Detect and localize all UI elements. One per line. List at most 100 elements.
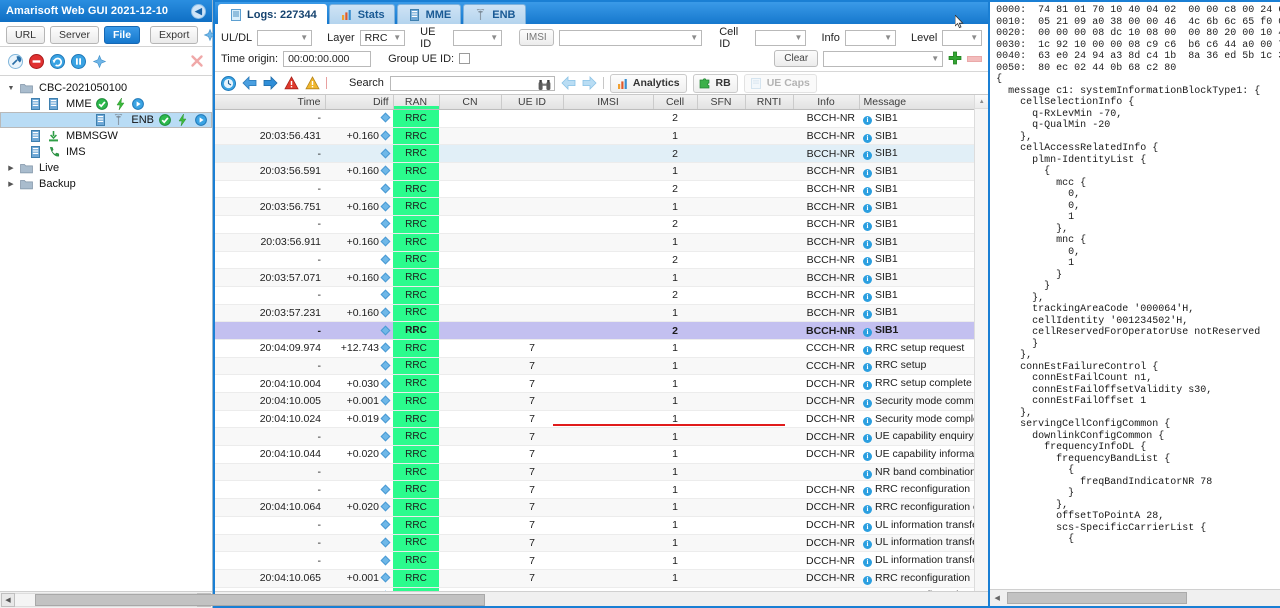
scrollbar-thumb[interactable] — [1007, 592, 1188, 604]
layer-select[interactable]: RRC ▼ — [359, 29, 406, 46]
arrow-left-light-icon[interactable] — [561, 76, 576, 91]
server-button[interactable]: Server — [50, 26, 99, 44]
cellid-select[interactable]: ▼ — [755, 29, 807, 46]
ue-caps-button[interactable]: UE Caps — [743, 73, 817, 93]
imsi-button[interactable]: IMSI — [519, 29, 554, 46]
arrow-right-icon[interactable] — [263, 76, 278, 91]
uldl-select[interactable]: ▼ — [257, 29, 313, 46]
table-row[interactable]: - RRC 2 BCCH-NR i SIB1 — [215, 251, 988, 270]
col-imsi[interactable]: IMSI — [563, 95, 654, 110]
tab-mme[interactable]: MME — [396, 4, 462, 24]
table-vertical-scrollbar[interactable]: ▲ — [974, 95, 989, 591]
url-button[interactable]: URL — [6, 26, 46, 44]
search-input[interactable] — [389, 75, 555, 93]
plus-green-icon[interactable] — [948, 51, 962, 67]
tree-item-cbc[interactable]: ▼ CBC-2021050100 — [0, 80, 212, 96]
arrow-right-light-icon[interactable] — [582, 76, 597, 91]
table-row[interactable]: - RRC 2 BCCH-NR i SIB1 — [215, 215, 988, 234]
chevron-left-icon[interactable]: ◀ — [191, 3, 206, 19]
col-cell[interactable]: Cell — [653, 95, 698, 110]
table-row[interactable]: 20:04:10.084+0.019RRC 7 1 DCCH-NRiRRC recon… — [215, 587, 988, 591]
scrollbar-track[interactable] — [1003, 592, 1280, 604]
export-button[interactable]: Export — [150, 26, 199, 44]
col-sfn[interactable]: SFN — [697, 95, 746, 110]
col-time[interactable]: Time — [215, 95, 326, 110]
table-row[interactable]: - RRC 2 BCCH-NR i SIB1 — [215, 286, 988, 305]
table-row[interactable]: 20:03:56.751 +0.160 RRC 1 BCCH-NR i SIB1 — [215, 197, 988, 217]
table-row[interactable]: 20:03:56.431 +0.160 RRC 1 BCCH-NR i SIB1 — [215, 127, 988, 146]
preset-select[interactable]: ▼ — [823, 50, 944, 67]
warning-triangle-icon[interactable] — [305, 76, 320, 91]
tab-stats[interactable]: Stats — [328, 4, 395, 24]
plug-icon[interactable] — [92, 54, 107, 69]
info-select[interactable]: ▼ — [844, 29, 896, 46]
tree-item-live[interactable]: ▶ Live — [0, 160, 212, 176]
refresh-icon[interactable] — [50, 53, 65, 69]
time-origin-input[interactable]: 00:00:00.000 — [283, 50, 372, 67]
clear-button[interactable]: Clear — [774, 50, 819, 67]
chevron-right-icon[interactable]: ▶ — [6, 180, 16, 188]
table-row[interactable]: 20:04:09.974 +12.743 RRC 7 1 CCCH-NR i RRC setu… — [215, 339, 988, 358]
table-row[interactable]: - RRC 7 1 DCCH-NR i DL information transfer — [215, 551, 988, 570]
table-row[interactable]: - RRC 7 1 CCCH-NR i RRC setup — [215, 357, 988, 376]
col-diff[interactable]: Diff — [325, 95, 394, 110]
col-rnti[interactable]: RNTI — [745, 95, 794, 110]
imsi-select[interactable]: ▼ — [558, 29, 703, 46]
minus-red-icon[interactable] — [967, 55, 983, 62]
table-row[interactable]: 20:04:10.044 +0.020 RRC 7 1 DCCH-NR i UE capabi… — [215, 445, 988, 464]
play-icon[interactable] — [193, 113, 208, 128]
chevron-right-icon[interactable]: ▶ — [6, 164, 16, 172]
tree-item-enb[interactable]: ENB — [0, 112, 212, 128]
tab-enb[interactable]: ENB — [463, 4, 526, 24]
detail-horizontal-scrollbar[interactable]: ◀ ▶ — [990, 589, 1280, 606]
binoculars-icon[interactable] — [537, 78, 552, 93]
table-row[interactable]: - RRC 7 1 DCCH-NR i UE capability enquiry — [215, 427, 988, 447]
table-row[interactable]: 20:04:10.064 +0.020 RRC 7 1 DCCH-NR i RRC recon… — [215, 498, 988, 517]
scroll-left-arrow[interactable]: ◀ — [1, 593, 15, 607]
rb-button[interactable]: RB — [692, 73, 738, 93]
clock-icon[interactable] — [221, 75, 236, 91]
table-row[interactable]: - RRC 7 1 DCCH-NR i UL information transfer — [215, 534, 988, 553]
table-row[interactable]: - RRC 7 1 DCCH-NR i RRC reconfiguration — [215, 480, 988, 500]
tree-item-mme[interactable]: MME — [0, 96, 212, 112]
table-row[interactable]: 20:04:10.065 +0.001 RRC 7 1 DCCH-NR i RRC recon… — [215, 569, 988, 588]
table-row[interactable]: - RRC 2 BCCH-NR i SIB1 — [215, 109, 988, 128]
tree-item-mbmsgw[interactable]: MBMSGW — [0, 128, 212, 144]
detail-content[interactable]: 0000: 74 81 01 70 10 40 04 02 00 00 c8 0… — [990, 2, 1280, 589]
file-button[interactable]: File — [103, 26, 141, 44]
col-info[interactable]: Info — [793, 95, 860, 110]
level-select[interactable]: ▼ — [942, 29, 983, 46]
table-row[interactable]: 20:04:10.004 +0.030 RRC 7 1 DCCH-NR i RRC setup… — [215, 374, 988, 393]
table-row[interactable]: - RRC 2 BCCH-NR i SIB1 — [215, 180, 988, 199]
col-message[interactable]: Message — [859, 95, 989, 110]
table-row[interactable]: 20:03:56.591 +0.160 RRC 1 BCCH-NR i SIB1 — [215, 162, 988, 181]
table-row[interactable]: 20:03:56.911 +0.160 RRC 1 BCCH-NR i SIB1 — [215, 233, 988, 252]
stop-icon[interactable] — [29, 53, 44, 69]
play-icon[interactable] — [131, 97, 146, 112]
scrollbar-thumb[interactable] — [35, 594, 485, 606]
tab-logs[interactable]: Logs: 227344 — [218, 4, 327, 24]
table-row[interactable]: 20:04:10.005 +0.001 RRC 7 1 DCCH-NR i Security … — [215, 392, 988, 411]
sidebar-horizontal-scrollbar[interactable]: ◀ ▶ — [0, 591, 485, 608]
analytics-button[interactable]: Analytics — [609, 73, 687, 93]
pause-icon[interactable] — [71, 53, 86, 69]
tree-item-ims[interactable]: IMS — [0, 144, 212, 160]
delete-x-icon[interactable] — [189, 54, 204, 69]
scroll-up-arrow[interactable]: ▲ — [975, 95, 989, 109]
col-cn[interactable]: CN — [439, 95, 502, 110]
scrollbar-track[interactable] — [15, 593, 485, 607]
ueid-select[interactable]: ▼ — [452, 29, 503, 46]
error-triangle-icon[interactable] — [284, 76, 299, 91]
chevron-down-icon[interactable]: ▼ — [6, 85, 16, 92]
col-ran[interactable]: RAN — [393, 95, 440, 110]
col-ueid[interactable]: UE ID — [501, 95, 564, 110]
table-row[interactable]: - RRC 2 BCCH-NR i SIB1 — [215, 144, 988, 164]
table-row[interactable]: 20:03:57.071 +0.160 RRC 1 BCCH-NR i SIB1 — [215, 268, 988, 287]
table-row[interactable]: - RRC 2 BCCH-NR i SIB1 — [215, 321, 988, 340]
group-ueid-checkbox[interactable] — [459, 53, 471, 64]
table-row[interactable]: - RRC 7 1 DCCH-NR i UL information transfer — [215, 516, 988, 535]
arrow-left-icon[interactable] — [242, 76, 257, 91]
table-row[interactable]: 20:03:57.231 +0.160 RRC 1 BCCH-NR i SIB1 — [215, 304, 988, 323]
log-table-container[interactable]: Time Diff RAN CN UE ID IMSI Cell SFN RNT… — [215, 95, 989, 591]
tree-item-backup[interactable]: ▶ Backup — [0, 176, 212, 192]
